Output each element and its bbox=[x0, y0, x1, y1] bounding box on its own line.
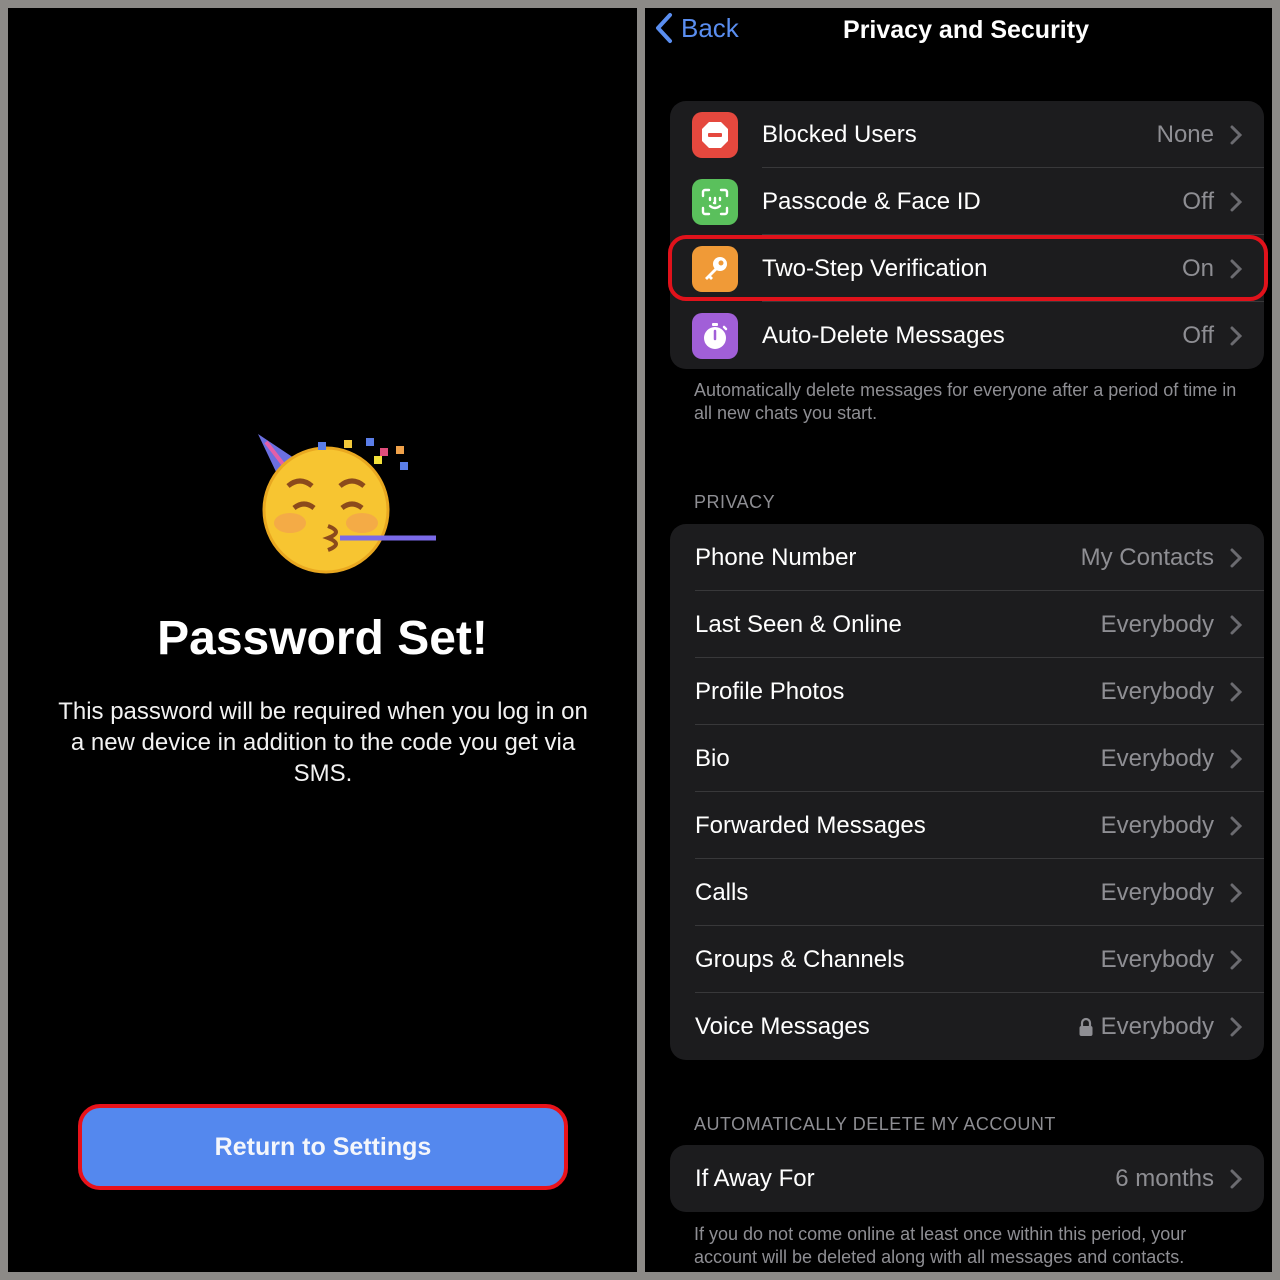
chevron-right-icon bbox=[1230, 326, 1242, 345]
row-value: None bbox=[1156, 120, 1214, 148]
row-groups-channels[interactable]: Groups & Channels Everybody bbox=[670, 926, 1264, 993]
security-group: Blocked Users None Passcode & Face ID Of… bbox=[670, 101, 1264, 369]
auto-delete-note: Automatically delete messages for everyo… bbox=[694, 380, 1237, 423]
chevron-right-icon bbox=[1230, 950, 1242, 969]
row-if-away-for[interactable]: If Away For 6 months bbox=[670, 1145, 1264, 1212]
row-value-text: Everybody bbox=[1100, 878, 1214, 906]
row-label: Profile Photos bbox=[695, 677, 845, 705]
blocked-icon bbox=[692, 111, 738, 158]
privacy-header: PRIVACY bbox=[694, 492, 776, 512]
account-note: If you do not come online at least once … bbox=[694, 1224, 1187, 1267]
chevron-right-icon bbox=[1230, 883, 1242, 902]
page-title: Password Set! bbox=[157, 612, 488, 665]
row-label: Groups & Channels bbox=[695, 945, 905, 973]
return-to-settings-button[interactable]: Return to Settings bbox=[78, 1104, 568, 1190]
lock-icon bbox=[1079, 1017, 1093, 1036]
row-value: Everybody bbox=[1101, 812, 1214, 840]
partying-face-icon bbox=[248, 428, 438, 578]
row-value: Off bbox=[1182, 187, 1214, 215]
chevron-right-icon bbox=[1230, 125, 1242, 144]
row-value: Everybody bbox=[1101, 611, 1214, 639]
page-title: Privacy and Security bbox=[843, 16, 1089, 44]
chevron-right-icon bbox=[1230, 1169, 1242, 1188]
row-value: Everybody bbox=[1101, 745, 1214, 773]
row-label: Passcode & Face ID bbox=[762, 187, 981, 215]
row-value: Off bbox=[1182, 321, 1214, 349]
row-passcode-face-id[interactable]: Passcode & Face ID Off bbox=[670, 168, 1264, 235]
row-label: Blocked Users bbox=[762, 120, 917, 148]
key-icon bbox=[692, 245, 738, 292]
chevron-right-icon bbox=[1230, 682, 1242, 701]
row-label: If Away For bbox=[695, 1164, 815, 1192]
row-value-text: Everybody bbox=[1100, 677, 1214, 705]
row-profile-photos[interactable]: Profile Photos Everybody bbox=[670, 658, 1264, 725]
row-value: Everybody bbox=[1101, 678, 1214, 706]
row-calls[interactable]: Calls Everybody bbox=[670, 859, 1264, 926]
row-two-step-verification[interactable]: Two-Step Verification On bbox=[670, 235, 1264, 302]
row-last-seen-online[interactable]: Last Seen & Online Everybody bbox=[670, 591, 1264, 658]
chevron-right-icon bbox=[1230, 548, 1242, 567]
row-value-text: Everybody bbox=[1100, 744, 1214, 772]
row-value: Everybody bbox=[1101, 879, 1214, 907]
account-group: If Away For 6 months bbox=[670, 1145, 1264, 1212]
row-value-text: Everybody bbox=[1100, 1012, 1214, 1040]
row-value: Everybody bbox=[1078, 1013, 1214, 1041]
row-label: Calls bbox=[695, 878, 749, 906]
row-value: 6 months bbox=[1115, 1164, 1214, 1192]
chevron-right-icon bbox=[1230, 192, 1242, 211]
row-label: Bio bbox=[695, 744, 730, 772]
privacy-group: Phone Number My Contacts Last Seen & Onlin… bbox=[670, 524, 1264, 1060]
timer-icon bbox=[692, 312, 738, 359]
row-label: Forwarded Messages bbox=[695, 811, 926, 839]
row-value: My Contacts bbox=[1081, 544, 1214, 572]
row-bio[interactable]: Bio Everybody bbox=[670, 725, 1264, 792]
row-label: Auto-Delete Messages bbox=[762, 321, 1005, 349]
row-value-text: Everybody bbox=[1100, 945, 1214, 973]
row-value-text: My Contacts bbox=[1080, 543, 1214, 571]
row-auto-delete-messages[interactable]: Auto-Delete Messages Off bbox=[670, 302, 1264, 369]
row-blocked-users[interactable]: Blocked Users None bbox=[670, 101, 1264, 168]
row-label: Voice Messages bbox=[695, 1012, 870, 1040]
row-value: Everybody bbox=[1101, 946, 1214, 974]
row-phone-number[interactable]: Phone Number My Contacts bbox=[670, 524, 1264, 591]
nav-bar: Back Privacy and Security bbox=[645, 8, 1272, 58]
row-label: Last Seen & Online bbox=[695, 610, 902, 638]
row-label: Phone Number bbox=[695, 543, 857, 571]
row-value-text: Everybody bbox=[1100, 610, 1214, 638]
row-voice-messages[interactable]: Voice Messages Everybody bbox=[670, 993, 1264, 1060]
row-value: On bbox=[1181, 254, 1214, 282]
privacy-security-screen: Back Privacy and Security Blocked Users … bbox=[645, 8, 1272, 1272]
row-label: Two-Step Verification bbox=[762, 254, 988, 282]
description-text: This password will be required when you … bbox=[58, 698, 588, 787]
chevron-right-icon bbox=[1230, 816, 1242, 835]
password-set-screen: Password Set! This password will be requ… bbox=[8, 8, 637, 1272]
face-id-icon bbox=[692, 178, 738, 225]
row-forwarded-messages[interactable]: Forwarded Messages Everybody bbox=[670, 792, 1264, 859]
row-value-text: Everybody bbox=[1100, 811, 1214, 839]
chevron-right-icon bbox=[1230, 1017, 1242, 1036]
chevron-right-icon bbox=[1230, 749, 1242, 768]
chevron-right-icon bbox=[1230, 615, 1242, 634]
chevron-right-icon bbox=[1230, 259, 1242, 278]
account-header: AUTOMATICALLY DELETE MY ACCOUNT bbox=[694, 1114, 1056, 1134]
